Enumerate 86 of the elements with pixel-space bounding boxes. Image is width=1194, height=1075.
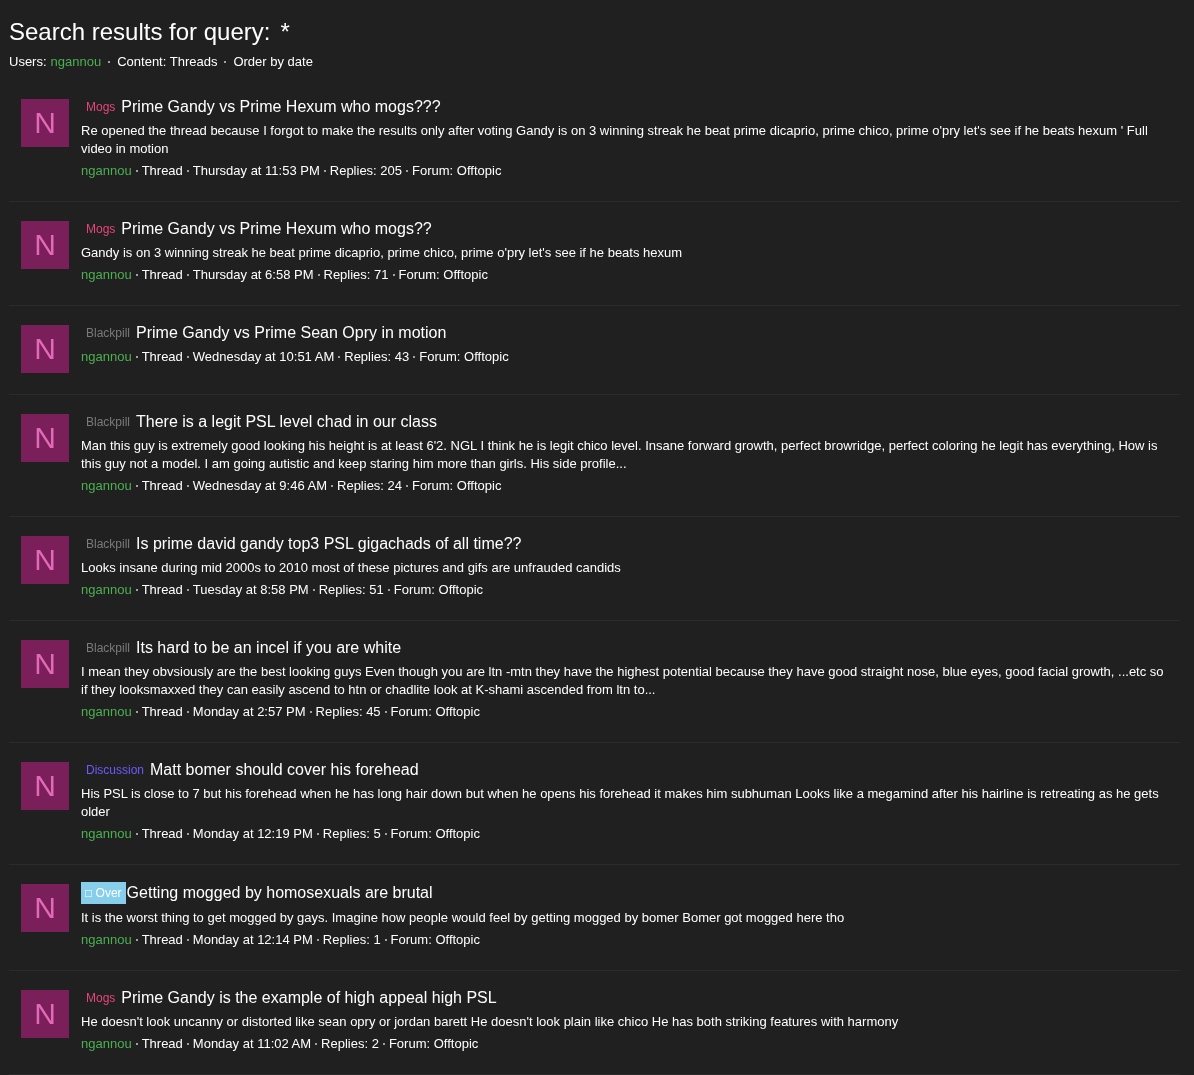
post-date: Tuesday at 8:58 PM: [192, 581, 309, 599]
reply-count: Replies: 205: [329, 162, 403, 180]
thread-prefix: Blackpill: [85, 536, 131, 553]
forum-name: Forum: Offtopic: [419, 348, 509, 366]
thread-title-link[interactable]: Prime Gandy vs Prime Hexum who mogs??: [121, 219, 432, 239]
reply-count: Replies: 24: [337, 477, 403, 495]
thread-title-link[interactable]: Matt bomer should cover his forehead: [150, 760, 419, 780]
avatar[interactable]: N: [21, 762, 69, 810]
content-type: Thread: [141, 931, 183, 949]
reply-count: Replies: 1: [322, 931, 381, 949]
thread-title-link[interactable]: Getting mogged by homosexuals are brutal: [126, 883, 433, 903]
thread-snippet: Looks insane during mid 2000s to 2010 most of these pictures and gifs are unfrauded candids: [81, 559, 622, 577]
username-link[interactable]: ngannou: [81, 825, 132, 843]
username-link[interactable]: ngannou: [50, 54, 102, 69]
thread-prefix: Mogs: [85, 990, 117, 1007]
thread-snippet: It is the worst thing to get mogged by gays. Imagine how people would feel by getting mogged by bomer Bomer got mogged here tho: [81, 909, 846, 927]
avatar[interactable]: N: [21, 884, 69, 932]
thread-snippet: Man this guy is extremely good looking his height is at least 6'2. NGL I think he is legit chico level. Insane forward growth, perfect browridge, perfect coloring he legit has everything, How is this guy not a model. I am going autistic and keep staring him more than girls. His side profile...: [81, 437, 1159, 473]
thread-title-link[interactable]: Prime Gandy vs Prime Hexum who mogs???: [121, 97, 441, 117]
thread-title-link[interactable]: Is prime david gandy top3 PSL gigachads of all time??: [136, 534, 522, 554]
thread-title-link[interactable]: There is a legit PSL level chad in our class: [136, 412, 437, 432]
post-date: Wednesday at 10:51 AM: [192, 348, 335, 366]
content-type: Thread: [141, 162, 183, 180]
content-filter: Content: Threads: [117, 54, 218, 69]
username-link[interactable]: ngannou: [81, 1035, 132, 1053]
username-link[interactable]: ngannou: [81, 348, 132, 366]
reply-count: Replies: 51: [318, 581, 384, 599]
forum-name: Forum: Offtopic: [390, 931, 480, 949]
thread-snippet: Re opened the thread because I forgot to make the results only after voting Gandy is on 3 winning streak he beat prime dicaprio, prime chico, prime o'pry let's see if he beats hexum ' Full video in motion: [81, 122, 1149, 158]
thread-snippet: I mean they obvsiously are the best looking guys Even though you are ltn -mtn they have the highest potential because they have good straight nose, blue eyes, good facial growth, ...etc so if they looksmaxxed they can easily ascend to htn or chadlite look at K-shami ascended from ltn to...: [81, 663, 1165, 699]
post-date: Monday at 2:57 PM: [192, 703, 306, 721]
thread-prefix: Mogs: [85, 99, 117, 116]
search-query: *: [280, 18, 290, 46]
order-filter: Order by date: [233, 54, 313, 69]
forum-name: Forum: Offtopic: [390, 703, 480, 721]
avatar[interactable]: N: [21, 414, 69, 462]
thread-title-link[interactable]: Its hard to be an incel if you are white: [136, 638, 402, 658]
username-link[interactable]: ngannou: [81, 581, 132, 599]
post-date: Monday at 12:14 PM: [192, 931, 313, 949]
reply-count: Replies: 71: [323, 266, 389, 284]
post-date: Monday at 11:02 AM: [192, 1035, 312, 1053]
content-type: Thread: [141, 348, 183, 366]
filter-label: Users:: [9, 54, 47, 69]
avatar[interactable]: N: [21, 221, 69, 269]
post-date: Thursday at 6:58 PM: [192, 266, 314, 284]
content-type: Thread: [141, 1035, 183, 1053]
content-type: Thread: [141, 266, 183, 284]
username-link[interactable]: ngannou: [81, 477, 132, 495]
username-link[interactable]: ngannou: [81, 266, 132, 284]
forum-name: Forum: Offtopic: [412, 477, 502, 495]
content-type: Thread: [141, 581, 183, 599]
reply-count: Replies: 2: [321, 1035, 379, 1053]
thread-title-link[interactable]: Prime Gandy vs Prime Sean Opry in motion: [136, 323, 447, 343]
thread-snippet: His PSL is close to 7 but his forehead when he has long hair down but when he opens his forehead it makes him subhuman Looks like a megamind after his hairline is retreating as he gets older: [81, 785, 1160, 821]
forum-name: Forum: Offtopic: [390, 825, 480, 843]
thread-prefix: Blackpill: [85, 325, 131, 342]
forum-name: Forum: Offtopic: [412, 162, 502, 180]
avatar[interactable]: N: [21, 99, 69, 147]
content-type: Thread: [141, 703, 183, 721]
thread-prefix: Mogs: [85, 221, 117, 238]
forum-name: Forum: Offtopic: [398, 266, 488, 284]
avatar[interactable]: N: [21, 536, 69, 584]
thread-title-link[interactable]: Prime Gandy is the example of high appeal high PSL: [121, 988, 497, 1008]
content-type: Thread: [141, 477, 183, 495]
thread-prefix: Discussion: [85, 762, 146, 779]
post-date: Thursday at 11:53 PM: [192, 162, 320, 180]
thread-prefix: □ Over: [81, 882, 126, 904]
avatar[interactable]: N: [21, 990, 69, 1038]
post-date: Wednesday at 9:46 AM: [192, 477, 327, 495]
avatar[interactable]: N: [21, 640, 69, 688]
thread-prefix: Blackpill: [85, 640, 131, 657]
avatar[interactable]: N: [21, 325, 69, 373]
thread-prefix: Blackpill: [85, 414, 131, 431]
forum-name: Forum: Offtopic: [393, 581, 484, 599]
forum-name: Forum: Offtopic: [388, 1035, 479, 1053]
post-date: Monday at 12:19 PM: [192, 825, 313, 843]
username-link[interactable]: ngannou: [81, 931, 132, 949]
reply-count: Replies: 43: [344, 348, 410, 366]
page-title: Search results for query:: [9, 18, 271, 46]
thread-snippet: Gandy is on 3 winning streak he beat prime dicaprio, prime chico, prime o'pry let's see if he beats hexum: [81, 244, 684, 262]
username-link[interactable]: ngannou: [81, 162, 132, 180]
reply-count: Replies: 45: [315, 703, 381, 721]
thread-snippet: He doesn't look uncanny or distorted like sean opry or jordan barett He doesn't look plain like chico He has both striking features with harmony: [81, 1013, 900, 1031]
username-link[interactable]: ngannou: [81, 703, 132, 721]
reply-count: Replies: 5: [322, 825, 381, 843]
content-type: Thread: [141, 825, 183, 843]
